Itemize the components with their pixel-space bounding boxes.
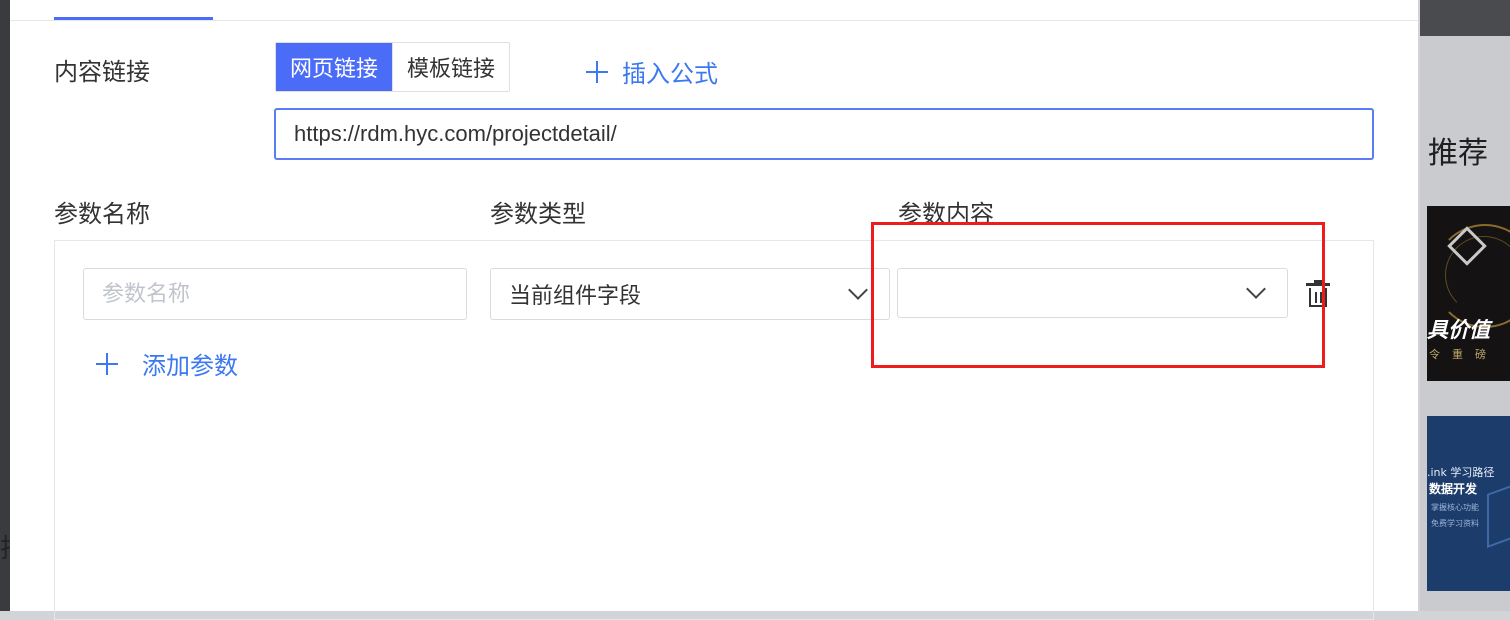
banner-line-4: 免费学习资料 (1431, 519, 1479, 528)
param-content-select[interactable] (897, 268, 1288, 318)
param-name-header: 参数名称 (54, 200, 150, 228)
left-partial-text: 排 (0, 528, 10, 565)
chevron-down-icon (1246, 279, 1266, 299)
right-background-heading: 推荐 (1428, 136, 1488, 171)
param-type-select[interactable]: 当前组件字段 (490, 268, 890, 320)
link-config-dialog: 内容链接 网页链接 模板链接 插入公式 参数名称 参数类型 参数内容 当前组件字… (10, 0, 1418, 620)
banner-subline: 令重磅 (1429, 348, 1498, 361)
param-type-header: 参数类型 (490, 200, 586, 228)
banner-cube-decoration (1487, 477, 1510, 549)
banner-line-1: .ink 学习路径 (1427, 466, 1495, 479)
left-background-strip (0, 0, 10, 611)
banner-line-3: 掌握核心功能 (1431, 503, 1479, 512)
insert-formula-label: 插入公式 (622, 60, 718, 88)
tab-template-link[interactable]: 模板链接 (392, 43, 510, 91)
chevron-down-icon (848, 280, 868, 300)
plus-icon (96, 352, 118, 375)
banner-headline: 具价值 (1427, 318, 1490, 342)
add-param-button[interactable]: 添加参数 (96, 346, 238, 381)
insert-formula-button[interactable]: 插入公式 (586, 54, 718, 89)
link-type-toggle: 网页链接 模板链接 (275, 42, 511, 92)
add-param-label: 添加参数 (142, 352, 238, 380)
right-background-topbar (1420, 0, 1510, 36)
param-type-value: 当前组件字段 (509, 284, 642, 309)
tab-web-link[interactable]: 网页链接 (276, 43, 393, 91)
content-link-label: 内容链接 (54, 58, 150, 86)
plus-icon (586, 60, 608, 83)
delete-param-icon[interactable] (1306, 280, 1332, 309)
param-content-header: 参数内容 (898, 200, 994, 228)
promo-banner-dark[interactable]: 具价值 令重磅 (1427, 206, 1510, 381)
banner-line-2: 数据开发 (1429, 482, 1478, 496)
param-name-input[interactable] (83, 268, 467, 320)
url-input[interactable] (274, 108, 1374, 160)
promo-banner-blue[interactable]: .ink 学习路径 数据开发 掌握核心功能 免费学习资料 (1427, 416, 1510, 591)
header-divider (10, 20, 1418, 21)
